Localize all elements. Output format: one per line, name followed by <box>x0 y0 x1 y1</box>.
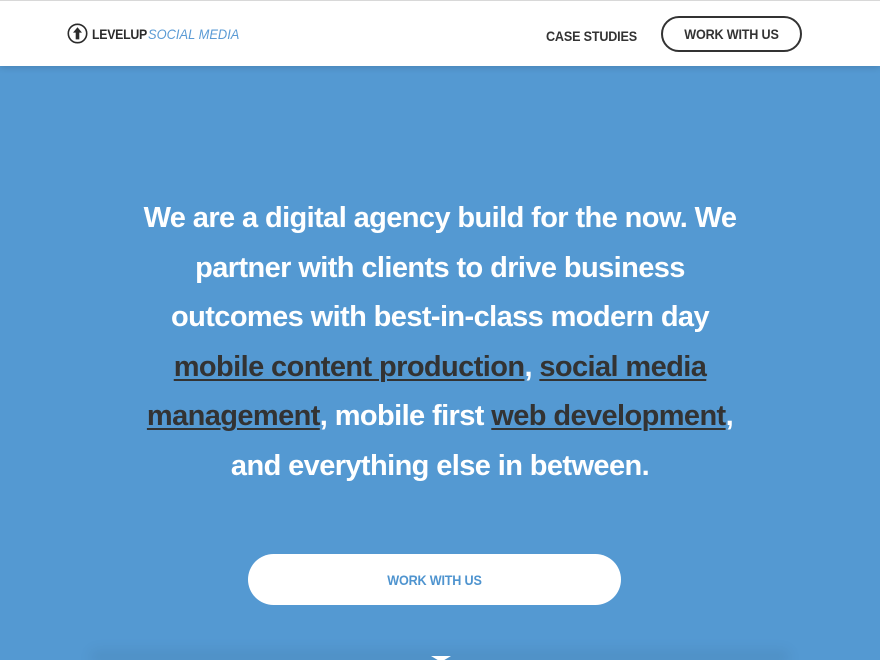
nav-work-with-us-button[interactable]: WORK WITH US <box>661 16 802 52</box>
hero-text-part1: We are a digital agency build for the no… <box>143 202 737 333</box>
hero-text-separator: , <box>524 350 540 383</box>
hero-work-with-us-button[interactable]: WORK WITH US <box>248 554 621 605</box>
nav-case-studies-link[interactable]: CASE STUDIES <box>546 28 637 44</box>
site-header: LEVELUP SOCIAL MEDIA CASE STUDIES WORK W… <box>0 0 880 66</box>
logo-brand-bold: LEVELUP <box>92 25 147 42</box>
hero-cta-label: WORK WITH US <box>387 571 482 588</box>
logo-brand-italic: SOCIAL MEDIA <box>148 25 240 42</box>
logo-link[interactable]: LEVELUP SOCIAL MEDIA <box>67 23 248 44</box>
arrow-up-circle-icon <box>67 23 88 44</box>
chevron-down-icon[interactable] <box>431 656 451 660</box>
link-mobile-content-production[interactable]: mobile content production <box>174 351 525 383</box>
link-web-development[interactable]: web development <box>491 400 726 432</box>
hero-section: We are a digital agency build for the no… <box>0 66 880 660</box>
page: LEVELUP SOCIAL MEDIA CASE STUDIES WORK W… <box>0 0 880 660</box>
hero-text-part2: , mobile first <box>319 400 492 432</box>
nav-work-with-us-label: WORK WITH US <box>684 26 779 42</box>
hero-statement: We are a digital agency build for the no… <box>130 194 750 491</box>
